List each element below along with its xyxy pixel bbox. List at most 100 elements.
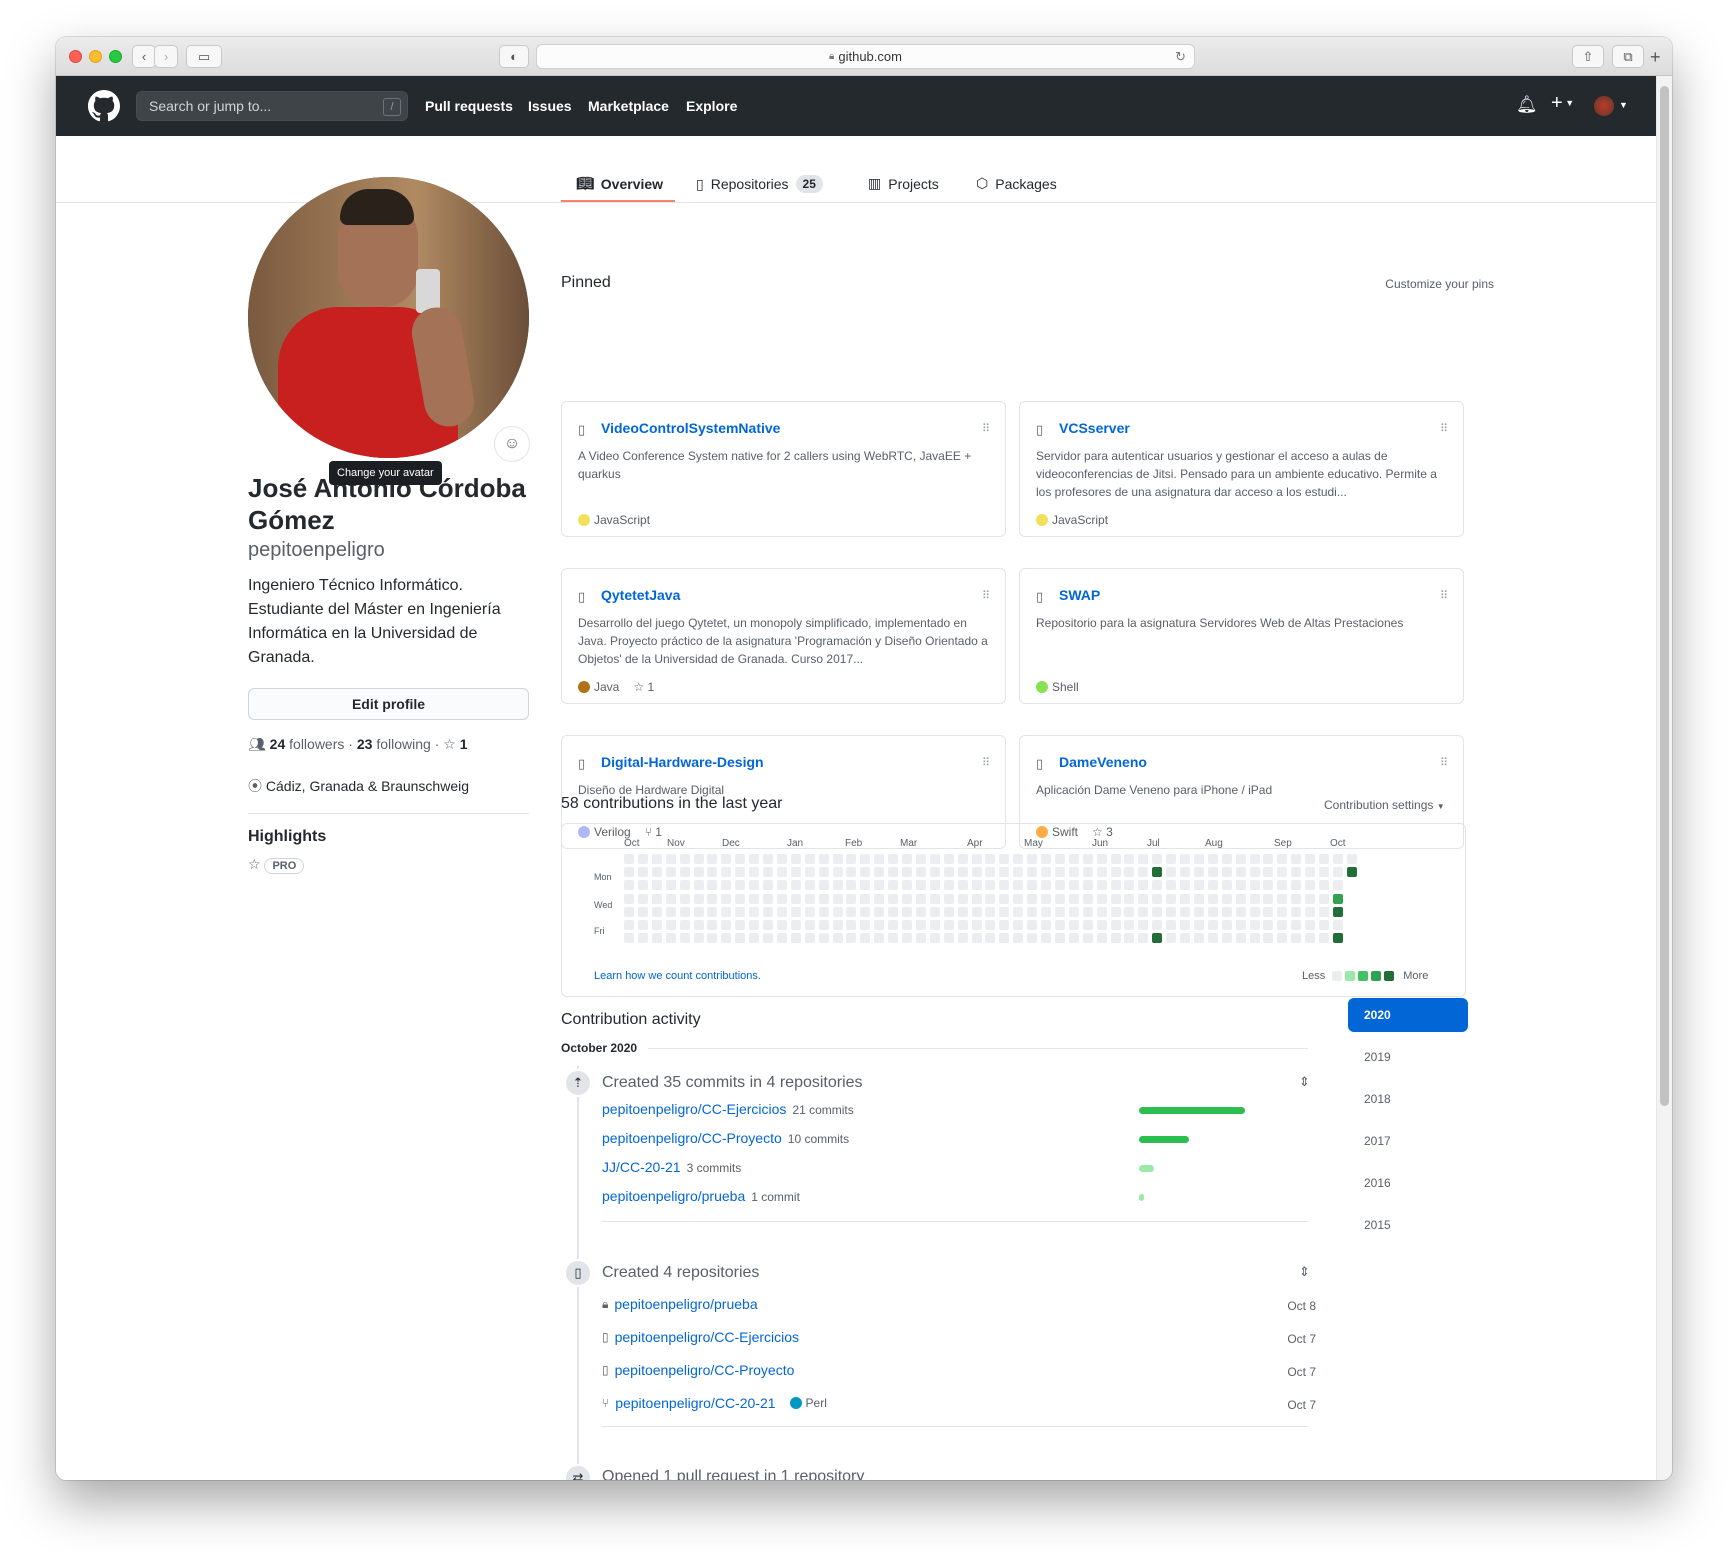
contribution-day[interactable] xyxy=(1013,880,1024,891)
contribution-day[interactable] xyxy=(846,920,857,930)
contribution-day[interactable] xyxy=(902,920,912,930)
contribution-day[interactable] xyxy=(651,867,662,878)
contribution-day[interactable] xyxy=(763,854,773,864)
contribution-day[interactable] xyxy=(651,906,662,917)
contribution-day[interactable] xyxy=(1221,854,1232,864)
contribution-day[interactable] xyxy=(818,880,829,891)
contribution-day[interactable] xyxy=(707,920,718,930)
contribution-day[interactable] xyxy=(1068,880,1079,891)
contribution-day[interactable] xyxy=(1332,893,1343,904)
contribution-day[interactable] xyxy=(929,933,940,944)
contribution-day[interactable] xyxy=(1013,906,1024,917)
sidebar-toggle-icon[interactable]: ▭ xyxy=(186,45,222,68)
contribution-day[interactable] xyxy=(1152,933,1163,944)
contribution-day[interactable] xyxy=(1235,933,1246,944)
contribution-day[interactable] xyxy=(735,933,746,944)
contribution-day[interactable] xyxy=(985,933,996,944)
contribution-day[interactable] xyxy=(1332,933,1343,944)
pinned-repo-link[interactable]: Digital-Hardware-Design xyxy=(601,754,764,770)
contribution-day[interactable] xyxy=(1082,920,1093,930)
followers-label[interactable]: followers xyxy=(289,736,344,752)
contribution-day[interactable] xyxy=(637,933,648,944)
contribution-day[interactable] xyxy=(1124,893,1135,904)
following-label[interactable]: following xyxy=(376,736,430,752)
contribution-day[interactable] xyxy=(776,867,787,878)
contribution-day[interactable] xyxy=(957,906,968,917)
scrollbar-thumb[interactable] xyxy=(1660,86,1669,1106)
contribution-day[interactable] xyxy=(1068,906,1079,917)
contribution-day[interactable] xyxy=(1221,920,1232,930)
contribution-day[interactable] xyxy=(1291,854,1302,864)
contribution-day[interactable] xyxy=(957,867,968,878)
contribution-day[interactable] xyxy=(943,906,954,917)
contribution-day[interactable] xyxy=(818,893,829,904)
contribution-day[interactable] xyxy=(693,920,704,930)
contribution-day[interactable] xyxy=(624,867,634,878)
contribution-day[interactable] xyxy=(763,880,773,891)
contribution-day[interactable] xyxy=(749,867,760,878)
contribution-day[interactable] xyxy=(1305,867,1316,878)
contribution-day[interactable] xyxy=(721,933,732,944)
contribution-day[interactable] xyxy=(1013,933,1024,944)
contribution-day[interactable] xyxy=(1332,906,1343,917)
contribution-day[interactable] xyxy=(1152,880,1163,891)
contribution-day[interactable] xyxy=(860,920,871,930)
contribution-day[interactable] xyxy=(749,893,760,904)
contribution-day[interactable] xyxy=(971,854,982,864)
contribution-day[interactable] xyxy=(1221,893,1232,904)
contribution-day[interactable] xyxy=(1027,867,1038,878)
contribution-day[interactable] xyxy=(1291,867,1302,878)
contribution-day[interactable] xyxy=(1082,867,1093,878)
contribution-day[interactable] xyxy=(999,854,1010,864)
customize-pins-link[interactable]: Customize your pins xyxy=(1344,277,1494,291)
contribution-day[interactable] xyxy=(999,906,1010,917)
contribution-day[interactable] xyxy=(679,893,690,904)
contribution-day[interactable] xyxy=(804,880,815,891)
contribution-day[interactable] xyxy=(721,920,732,930)
contribution-day[interactable] xyxy=(721,854,732,864)
contribution-day[interactable] xyxy=(971,906,982,917)
contribution-day[interactable] xyxy=(1054,906,1065,917)
contribution-day[interactable] xyxy=(846,893,857,904)
contribution-day[interactable] xyxy=(929,906,940,917)
tab-overview[interactable]: 📖︎ Overview xyxy=(576,175,663,192)
contribution-day[interactable] xyxy=(1277,854,1288,864)
contribution-day[interactable] xyxy=(1180,854,1190,864)
contribution-day[interactable] xyxy=(1319,854,1329,864)
contribution-day[interactable] xyxy=(763,906,773,917)
tabs-overview-icon[interactable]: ⧉ xyxy=(1612,45,1644,68)
share-icon[interactable]: ⇧ xyxy=(1572,45,1604,68)
contribution-day[interactable] xyxy=(860,893,871,904)
contribution-day[interactable] xyxy=(1110,920,1121,930)
contribution-day[interactable] xyxy=(1277,880,1288,891)
contribution-day[interactable] xyxy=(1305,920,1316,930)
contribution-day[interactable] xyxy=(693,893,704,904)
contribution-day[interactable] xyxy=(1277,893,1288,904)
contribution-day[interactable] xyxy=(1235,854,1246,864)
contribution-day[interactable] xyxy=(804,854,815,864)
contribution-day[interactable] xyxy=(943,854,954,864)
contribution-day[interactable] xyxy=(832,920,843,930)
contribution-day[interactable] xyxy=(1166,880,1177,891)
contribution-day[interactable] xyxy=(721,893,732,904)
contribution-day[interactable] xyxy=(735,906,746,917)
contribution-day[interactable] xyxy=(1110,880,1121,891)
contribution-day[interactable] xyxy=(985,906,996,917)
year-link-2019[interactable]: 2019 xyxy=(1348,1040,1468,1074)
nav-marketplace[interactable]: Marketplace xyxy=(588,98,669,114)
contribution-day[interactable] xyxy=(860,854,871,864)
stars-count[interactable]: 1 xyxy=(460,736,468,752)
contribution-day[interactable] xyxy=(804,906,815,917)
contribution-day[interactable] xyxy=(1235,906,1246,917)
contribution-day[interactable] xyxy=(1110,906,1121,917)
user-menu-avatar[interactable] xyxy=(1594,96,1614,116)
contribution-day[interactable] xyxy=(1277,906,1288,917)
contribution-day[interactable] xyxy=(915,933,926,944)
pinned-repo-link[interactable]: QytetetJava xyxy=(601,587,680,603)
contribution-day[interactable] xyxy=(999,933,1010,944)
contribution-day[interactable] xyxy=(735,867,746,878)
contribution-day[interactable] xyxy=(776,920,787,930)
commit-count-link[interactable]: 21 commits xyxy=(792,1103,853,1117)
edit-profile-button[interactable]: Edit profile xyxy=(248,688,529,720)
contribution-day[interactable] xyxy=(1138,893,1149,904)
